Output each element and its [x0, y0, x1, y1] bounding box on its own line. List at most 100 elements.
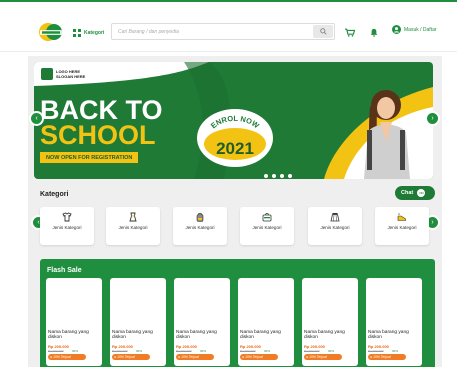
- fire-icon: ●: [178, 355, 181, 359]
- product-discount: 30%: [264, 349, 271, 353]
- fire-icon: ●: [306, 355, 309, 359]
- sold-label: 10% Terjual: [53, 355, 71, 359]
- product-card[interactable]: Nama barang yang diskon Rp 200.000 Rp 30…: [110, 278, 166, 366]
- sold-label: 10% Terjual: [181, 355, 199, 359]
- shirt-icon: [62, 212, 72, 222]
- chevron-right-icon: ›: [431, 115, 434, 122]
- backpack-icon: [196, 212, 204, 222]
- category-label: Jenis Kategori: [320, 225, 350, 230]
- category-label: Jenis Kategori: [52, 225, 82, 230]
- chat-label: Chat: [401, 190, 414, 196]
- kategori-menu-button[interactable]: Kategori: [73, 27, 104, 39]
- sold-progress-badge: ● 10% Terjual: [240, 354, 278, 360]
- sold-label: 10% Terjual: [373, 355, 391, 359]
- chat-button[interactable]: Chat: [395, 186, 435, 200]
- product-card[interactable]: Nama barang yang diskon Rp 200.000 Rp 30…: [302, 278, 358, 366]
- fire-icon: ●: [370, 355, 373, 359]
- category-card[interactable]: Jenis Kategori: [173, 207, 227, 245]
- category-card[interactable]: Jenis Kategori: [240, 207, 294, 245]
- uniform-icon: [129, 212, 137, 222]
- category-label: Jenis Kategori: [387, 225, 417, 230]
- carousel-dot[interactable]: [272, 174, 276, 178]
- fire-icon: ●: [50, 355, 53, 359]
- product-card[interactable]: Nama barang yang diskon Rp 200.000 Rp 30…: [366, 278, 422, 366]
- site-logo[interactable]: [38, 21, 66, 43]
- enrol-badge: ENROL NOW 2021: [209, 114, 262, 158]
- product-old-price: Rp 300.000: [240, 349, 256, 353]
- sold-progress-badge: ● 10% Terjual: [48, 354, 86, 360]
- product-old-price: Rp 300.000: [304, 349, 320, 353]
- banner-logo-line2: SLOGAN HERE: [56, 74, 86, 79]
- product-discount: 30%: [328, 349, 335, 353]
- category-card[interactable]: Jenis Kategori: [375, 207, 429, 245]
- bell-icon: [370, 28, 378, 37]
- category-label: Jenis Kategori: [118, 225, 148, 230]
- sold-label: 10% Terjual: [309, 355, 327, 359]
- search-input[interactable]: [112, 24, 312, 39]
- product-old-price: Rp 300.000: [48, 349, 64, 353]
- product-name: Nama barang yang diskon: [176, 330, 217, 341]
- product-name: Nama barang yang diskon: [368, 330, 409, 341]
- svg-text:ENROL NOW: ENROL NOW: [209, 114, 262, 131]
- account-label: Masuk / Daftar: [404, 26, 437, 33]
- cart-button[interactable]: [344, 26, 356, 38]
- enrol-year: 2021: [216, 139, 254, 158]
- account-button[interactable]: Masuk / Daftar: [392, 25, 437, 34]
- cart-icon: [345, 28, 355, 37]
- sold-progress-badge: ● 10% Terjual: [304, 354, 342, 360]
- lunchbox-icon: [262, 213, 272, 222]
- fire-icon: ●: [114, 355, 117, 359]
- chevron-left-icon: ‹: [35, 115, 38, 122]
- banner-logo: LOGO HERE SLOGAN HERE: [41, 68, 85, 80]
- chevron-right-icon: ›: [431, 219, 434, 226]
- product-card[interactable]: Nama barang yang diskon Rp 200.000 Rp 30…: [238, 278, 294, 366]
- banner-logo-text: LOGO HERE SLOGAN HERE: [56, 69, 85, 79]
- fire-icon: ●: [242, 355, 245, 359]
- banner-next-button[interactable]: ›: [427, 113, 438, 124]
- banner-logo-mark: [41, 68, 53, 80]
- product-name: Nama barang yang diskon: [304, 330, 345, 341]
- banner-title-line2: SCHOOL: [40, 120, 156, 150]
- carousel-dot[interactable]: [264, 174, 268, 178]
- product-discount: 30%: [72, 349, 79, 353]
- sold-label: 10% Terjual: [117, 355, 135, 359]
- product-old-price: Rp 300.000: [368, 349, 384, 353]
- sold-label: 10% Terjual: [245, 355, 263, 359]
- product-card[interactable]: Nama barang yang diskon Rp 200.000 Rp 30…: [174, 278, 230, 366]
- carousel-dot[interactable]: [288, 174, 292, 178]
- kategori-section-title: Kategori: [40, 191, 69, 198]
- shoes-icon: [397, 213, 407, 221]
- sold-progress-badge: ● 10% Terjual: [368, 354, 406, 360]
- category-label: Jenis Kategori: [185, 225, 215, 230]
- search-icon: [319, 28, 327, 35]
- product-name: Nama barang yang diskon: [240, 330, 281, 341]
- category-card[interactable]: Jenis Kategori: [308, 207, 362, 245]
- flash-sale-section: Flash Sale Nama barang yang diskon Rp 20…: [40, 259, 435, 367]
- product-name: Nama barang yang diskon: [48, 330, 89, 341]
- promo-banner[interactable]: LOGO HERE SLOGAN HERE BACK TO SCHOOL NOW…: [34, 62, 433, 179]
- notification-button[interactable]: [368, 26, 380, 38]
- product-discount: 30%: [392, 349, 399, 353]
- user-icon: [392, 25, 401, 34]
- category-card[interactable]: Jenis Kategori: [40, 207, 94, 245]
- skirt-icon: [330, 213, 340, 222]
- search-bar: [111, 23, 335, 40]
- product-name: Nama barang yang diskon: [112, 330, 153, 341]
- product-discount: 30%: [136, 349, 143, 353]
- grid-icon: [73, 29, 81, 37]
- product-old-price: Rp 300.000: [176, 349, 192, 353]
- chat-bubble-icon: [417, 189, 426, 197]
- site-header: Kategori Masuk / Daftar: [0, 2, 457, 52]
- sold-progress-badge: ● 10% Terjual: [176, 354, 214, 360]
- carousel-dots: [264, 174, 292, 178]
- banner-prev-button[interactable]: ‹: [31, 113, 42, 124]
- category-card[interactable]: Jenis Kategori: [106, 207, 160, 245]
- kategori-menu-label: Kategori: [84, 30, 105, 36]
- flash-sale-title: Flash Sale: [47, 267, 82, 274]
- product-card[interactable]: Nama barang yang diskon Rp 200.000 Rp 30…: [46, 278, 102, 366]
- carousel-dot[interactable]: [280, 174, 284, 178]
- search-button[interactable]: [313, 25, 333, 38]
- category-label: Jenis Kategori: [252, 225, 282, 230]
- enrol-text: ENROL NOW: [209, 114, 262, 131]
- product-old-price: Rp 300.000: [112, 349, 128, 353]
